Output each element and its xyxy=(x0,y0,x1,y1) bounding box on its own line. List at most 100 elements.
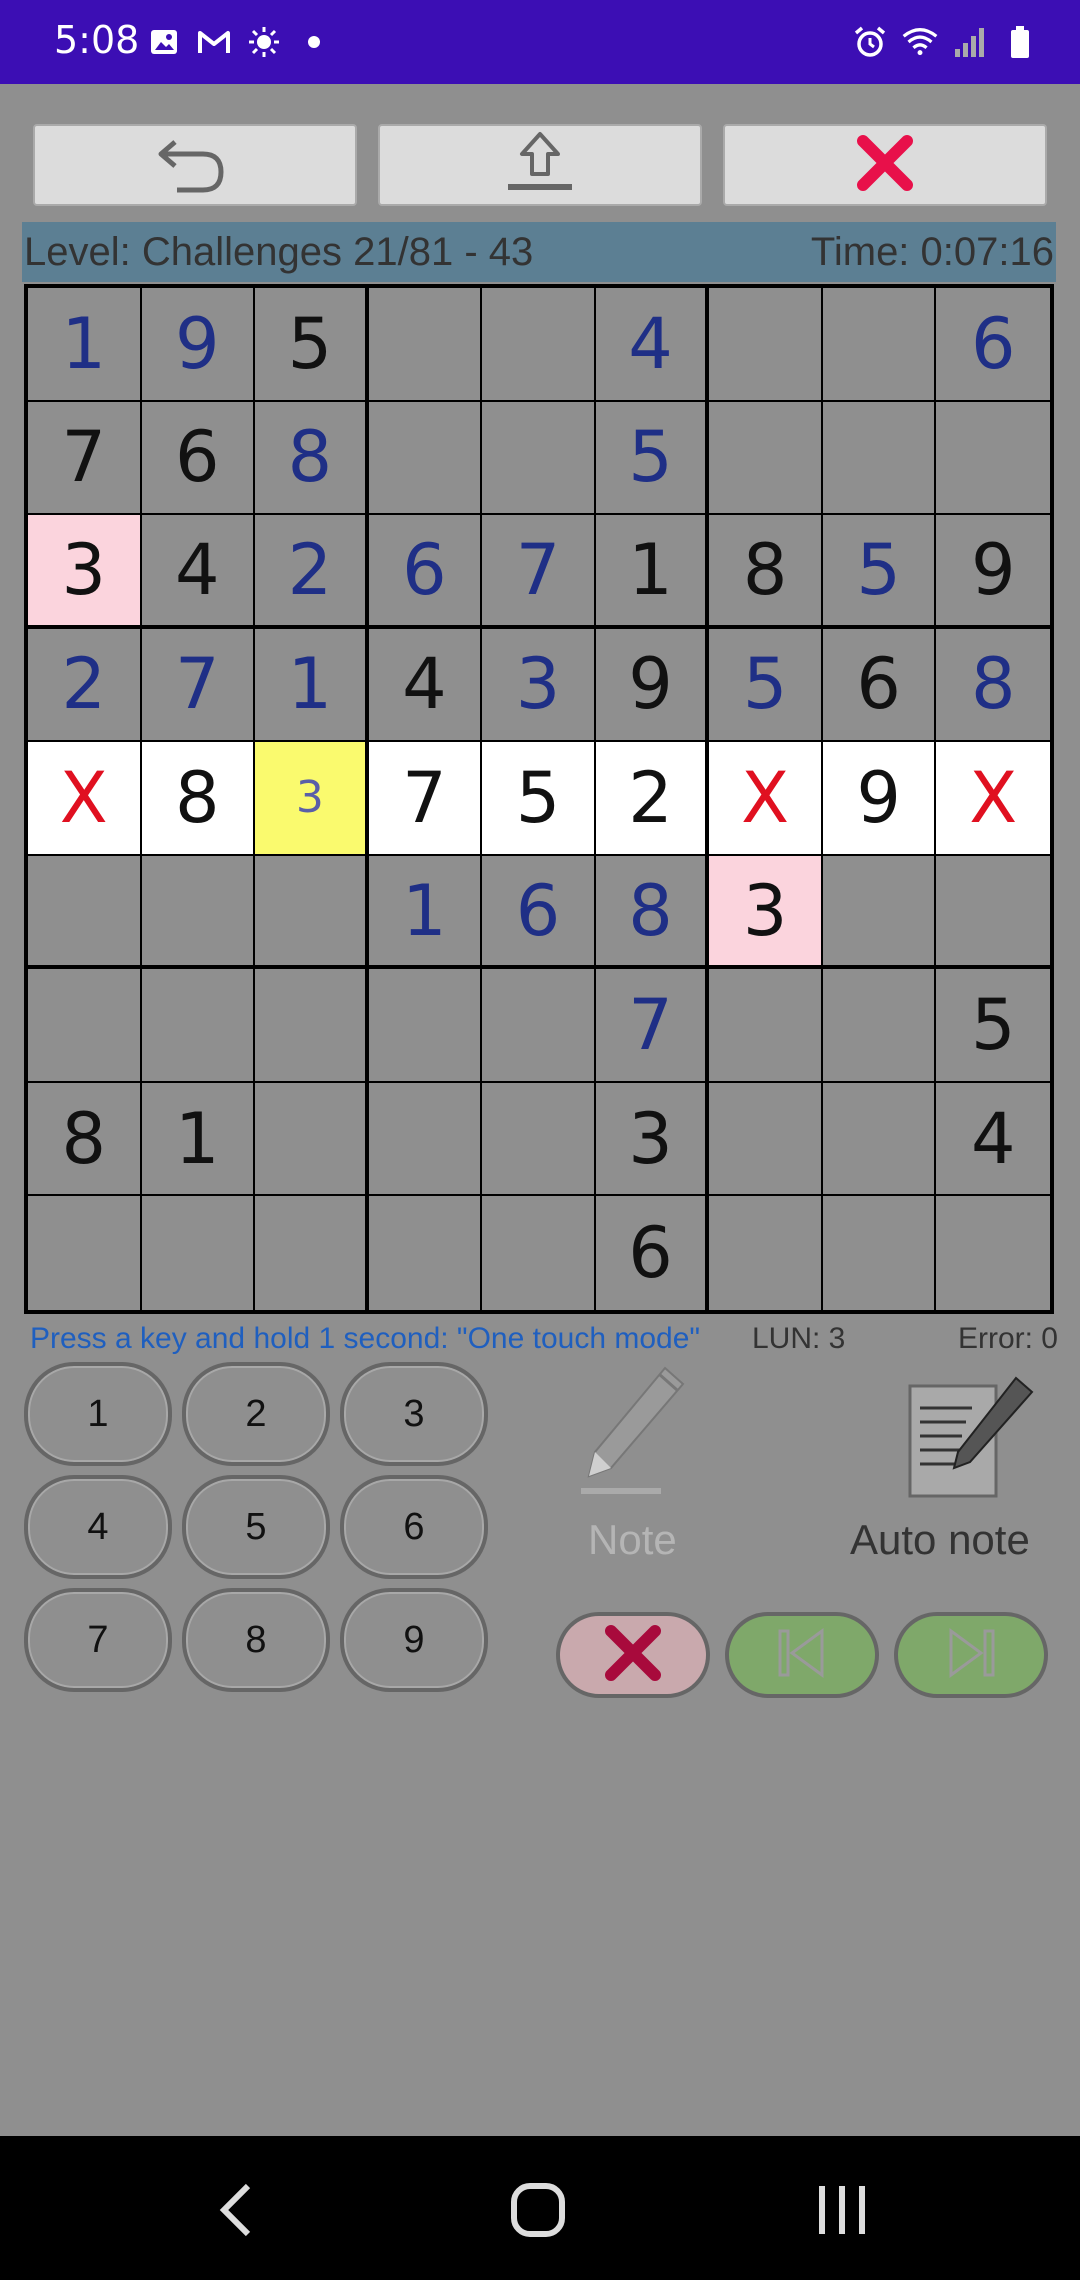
number-key-5[interactable]: 5 xyxy=(182,1475,330,1579)
number-key-6[interactable]: 6 xyxy=(340,1475,488,1579)
next-button[interactable] xyxy=(894,1612,1048,1698)
grid-cell-r7-c6[interactable]: 7 xyxy=(595,969,710,1083)
grid-cell-r3-c2[interactable]: 4 xyxy=(141,515,256,629)
grid-cell-r6-c9[interactable] xyxy=(936,855,1050,970)
auto-note-tool[interactable] xyxy=(906,1376,1036,1500)
grid-cell-r5-c3[interactable]: 3 xyxy=(255,742,369,856)
grid-cell-r2-c5[interactable] xyxy=(482,401,596,516)
grid-cell-r7-c9[interactable]: 5 xyxy=(936,969,1050,1083)
previous-button[interactable] xyxy=(725,1612,879,1698)
grid-cell-r1-c8[interactable] xyxy=(822,288,937,402)
grid-cell-r8-c9[interactable]: 4 xyxy=(936,1082,1050,1197)
grid-cell-r9-c6[interactable]: 6 xyxy=(595,1196,710,1310)
grid-cell-r7-c2[interactable] xyxy=(141,969,256,1083)
grid-cell-r5-c2[interactable]: 8 xyxy=(141,742,256,856)
grid-cell-r4-c5[interactable]: 3 xyxy=(482,628,596,743)
grid-cell-r5-c6[interactable]: 2 xyxy=(595,742,710,856)
grid-cell-r5-c4[interactable]: 7 xyxy=(368,742,483,856)
grid-cell-r2-c4[interactable] xyxy=(368,401,483,516)
grid-cell-r7-c1[interactable] xyxy=(28,969,142,1083)
grid-cell-r9-c8[interactable] xyxy=(822,1196,937,1310)
number-key-7[interactable]: 7 xyxy=(24,1588,172,1692)
grid-cell-r8-c4[interactable] xyxy=(368,1082,483,1197)
undo-button[interactable] xyxy=(33,124,357,206)
grid-cell-r3-c4[interactable]: 6 xyxy=(368,515,483,629)
number-key-3[interactable]: 3 xyxy=(340,1362,488,1466)
grid-cell-r2-c6[interactable]: 5 xyxy=(595,401,710,516)
grid-cell-r6-c5[interactable]: 6 xyxy=(482,855,596,970)
grid-cell-r2-c1[interactable]: 7 xyxy=(28,401,142,516)
grid-cell-r3-c3[interactable]: 2 xyxy=(255,515,369,629)
number-key-2[interactable]: 2 xyxy=(182,1362,330,1466)
grid-cell-r4-c2[interactable]: 7 xyxy=(141,628,256,743)
grid-cell-r9-c1[interactable] xyxy=(28,1196,142,1310)
grid-cell-r9-c3[interactable] xyxy=(255,1196,369,1310)
grid-cell-r8-c7[interactable] xyxy=(709,1082,823,1197)
grid-cell-r5-c9[interactable]: X xyxy=(936,742,1050,856)
nav-back-button[interactable] xyxy=(206,2180,266,2240)
number-key-9[interactable]: 9 xyxy=(340,1588,488,1692)
grid-cell-r1-c5[interactable] xyxy=(482,288,596,402)
grid-cell-r3-c1[interactable]: 3 xyxy=(28,515,142,629)
number-key-8[interactable]: 8 xyxy=(182,1588,330,1692)
grid-cell-r2-c2[interactable]: 6 xyxy=(141,401,256,516)
erase-button[interactable] xyxy=(556,1612,710,1698)
close-game-button[interactable] xyxy=(723,124,1047,206)
grid-cell-r5-c1[interactable]: X xyxy=(28,742,142,856)
grid-cell-r2-c8[interactable] xyxy=(822,401,937,516)
grid-cell-r1-c6[interactable]: 4 xyxy=(595,288,710,402)
grid-cell-r8-c5[interactable] xyxy=(482,1082,596,1197)
grid-cell-r7-c7[interactable] xyxy=(709,969,823,1083)
grid-cell-r7-c8[interactable] xyxy=(822,969,937,1083)
grid-cell-r3-c7[interactable]: 8 xyxy=(709,515,823,629)
auto-note-label[interactable]: Auto note xyxy=(850,1516,1030,1564)
grid-cell-r5-c7[interactable]: X xyxy=(709,742,823,856)
grid-cell-r5-c5[interactable]: 5 xyxy=(482,742,596,856)
grid-cell-r2-c7[interactable] xyxy=(709,401,823,516)
grid-cell-r1-c9[interactable]: 6 xyxy=(936,288,1050,402)
grid-cell-r8-c2[interactable]: 1 xyxy=(141,1082,256,1197)
grid-cell-r6-c2[interactable] xyxy=(141,855,256,970)
grid-cell-r8-c1[interactable]: 8 xyxy=(28,1082,142,1197)
grid-cell-r4-c1[interactable]: 2 xyxy=(28,628,142,743)
grid-cell-r6-c6[interactable]: 8 xyxy=(595,855,710,970)
grid-cell-r2-c3[interactable]: 8 xyxy=(255,401,369,516)
note-tool[interactable] xyxy=(575,1364,695,1504)
grid-cell-r4-c9[interactable]: 8 xyxy=(936,628,1050,743)
grid-cell-r6-c4[interactable]: 1 xyxy=(368,855,483,970)
grid-cell-r1-c1[interactable]: 1 xyxy=(28,288,142,402)
grid-cell-r4-c6[interactable]: 9 xyxy=(595,628,710,743)
grid-cell-r6-c7[interactable]: 3 xyxy=(709,855,823,970)
grid-cell-r9-c9[interactable] xyxy=(936,1196,1050,1310)
grid-cell-r1-c3[interactable]: 5 xyxy=(255,288,369,402)
grid-cell-r3-c8[interactable]: 5 xyxy=(822,515,937,629)
grid-cell-r5-c8[interactable]: 9 xyxy=(822,742,937,856)
grid-cell-r4-c4[interactable]: 4 xyxy=(368,628,483,743)
grid-cell-r1-c2[interactable]: 9 xyxy=(141,288,256,402)
nav-recents-button[interactable] xyxy=(812,2180,872,2240)
grid-cell-r7-c4[interactable] xyxy=(368,969,483,1083)
grid-cell-r6-c8[interactable] xyxy=(822,855,937,970)
nav-home-button[interactable] xyxy=(508,2180,568,2240)
grid-cell-r8-c3[interactable] xyxy=(255,1082,369,1197)
grid-cell-r4-c3[interactable]: 1 xyxy=(255,628,369,743)
grid-cell-r9-c5[interactable] xyxy=(482,1196,596,1310)
grid-cell-r3-c9[interactable]: 9 xyxy=(936,515,1050,629)
grid-cell-r3-c5[interactable]: 7 xyxy=(482,515,596,629)
share-button[interactable] xyxy=(378,124,702,206)
grid-cell-r1-c4[interactable] xyxy=(368,288,483,402)
grid-cell-r8-c6[interactable]: 3 xyxy=(595,1082,710,1197)
grid-cell-r9-c2[interactable] xyxy=(141,1196,256,1310)
grid-cell-r4-c7[interactable]: 5 xyxy=(709,628,823,743)
grid-cell-r9-c4[interactable] xyxy=(368,1196,483,1310)
grid-cell-r9-c7[interactable] xyxy=(709,1196,823,1310)
grid-cell-r3-c6[interactable]: 1 xyxy=(595,515,710,629)
grid-cell-r4-c8[interactable]: 6 xyxy=(822,628,937,743)
grid-cell-r1-c7[interactable] xyxy=(709,288,823,402)
grid-cell-r2-c9[interactable] xyxy=(936,401,1050,516)
grid-cell-r7-c3[interactable] xyxy=(255,969,369,1083)
number-key-1[interactable]: 1 xyxy=(24,1362,172,1466)
grid-cell-r6-c3[interactable] xyxy=(255,855,369,970)
note-label[interactable]: Note xyxy=(588,1516,677,1564)
grid-cell-r8-c8[interactable] xyxy=(822,1082,937,1197)
